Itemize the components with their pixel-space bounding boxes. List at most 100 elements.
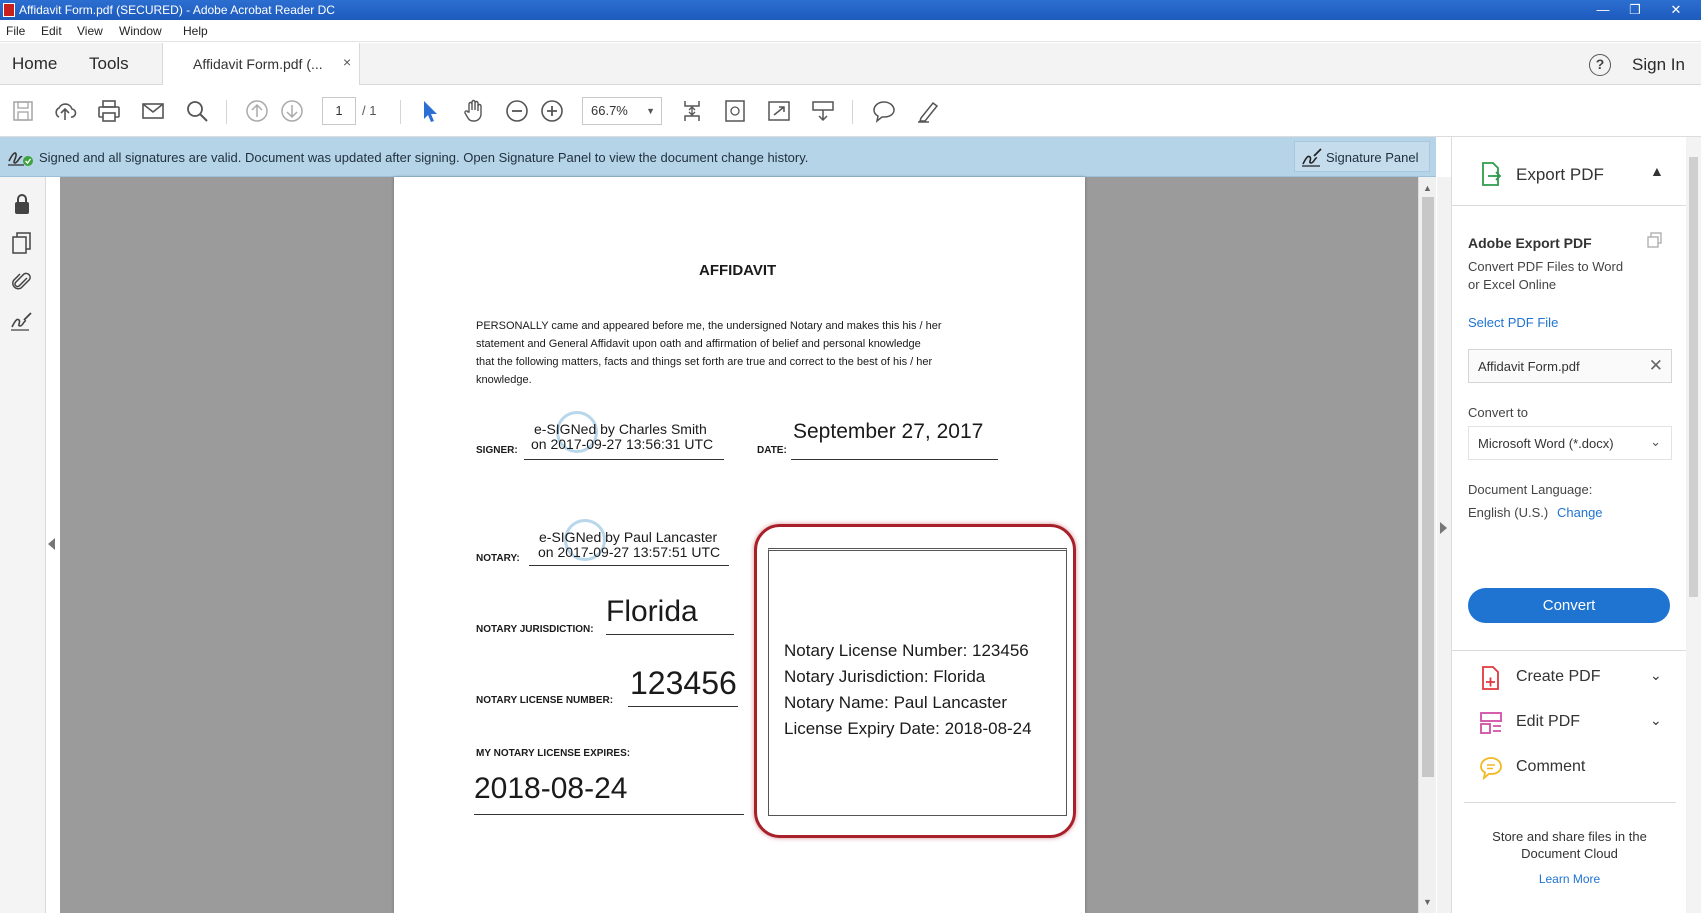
signature-status-message: Signed and all signatures are valid. Doc… (39, 150, 809, 165)
signature-panel-button[interactable]: Signature Panel (1294, 141, 1430, 172)
chevron-down-icon[interactable]: ⌄ (1650, 667, 1662, 684)
tab-document[interactable]: Affidavit Form.pdf (... × (162, 43, 360, 85)
notary-label: NOTARY: (476, 553, 520, 564)
upload-cloud-icon[interactable] (52, 98, 78, 124)
signature-panel-label: Signature Panel (1326, 150, 1419, 165)
select-cursor-icon[interactable] (417, 98, 443, 124)
date-underline (791, 459, 998, 460)
clear-icon[interactable]: ✕ (1649, 356, 1663, 376)
highlight-annotation (754, 524, 1076, 838)
window-title: Affidavit Form.pdf (SECURED) - Adobe Acr… (19, 3, 335, 17)
zoom-level-select[interactable]: 66.7% ▼ (582, 97, 662, 125)
menu-file[interactable]: File (6, 24, 25, 38)
help-icon[interactable]: ? (1589, 54, 1611, 76)
document-language-value: English (U.S.) (1468, 505, 1549, 520)
attachment-icon[interactable] (9, 269, 35, 295)
select-pdf-file-link[interactable]: Select PDF File (1468, 315, 1558, 330)
lock-icon[interactable] (9, 191, 35, 217)
license-number-value: 123456 (630, 665, 737, 701)
tab-tools[interactable]: Tools (89, 54, 129, 74)
license-number-underline (628, 706, 738, 707)
tab-row: Home Tools Affidavit Form.pdf (... × ? S… (0, 43, 1701, 85)
signatures-icon[interactable] (9, 309, 35, 335)
comment-icon[interactable] (871, 98, 897, 124)
search-icon[interactable] (184, 98, 210, 124)
comment-tool[interactable]: Comment (1516, 758, 1585, 776)
adobe-export-title: Adobe Export PDF (1468, 235, 1592, 251)
previous-page-icon[interactable] (244, 98, 270, 124)
license-expires-underline (474, 814, 744, 815)
selected-file-field[interactable]: Affidavit Form.pdf ✕ (1468, 349, 1672, 383)
title-bar: Affidavit Form.pdf (SECURED) - Adobe Acr… (0, 0, 1701, 20)
license-expires-value: 2018-08-24 (474, 772, 628, 805)
zoom-out-icon[interactable] (504, 98, 530, 124)
close-tab-icon[interactable]: × (343, 54, 351, 70)
body-line-1: PERSONALLY came and appeared before me, … (476, 320, 942, 332)
body-line-3: that the following matters, facts and th… (476, 356, 933, 368)
edit-pdf-icon (1478, 710, 1504, 736)
zoom-in-icon[interactable] (539, 98, 565, 124)
create-pdf-tool[interactable]: Create PDF (1516, 668, 1600, 686)
signer-signature-line2: on 2017-09-27 13:56:31 UTC (531, 436, 714, 452)
page-number-input[interactable]: 1 (322, 97, 356, 125)
chevron-up-icon[interactable]: ▲ (1650, 163, 1664, 179)
menu-window[interactable]: Window (119, 24, 162, 38)
tools-pane-scrollbar-thumb[interactable] (1689, 157, 1698, 597)
next-page-icon[interactable] (279, 98, 305, 124)
maximize-button[interactable]: ❐ (1619, 0, 1651, 20)
sign-in-button[interactable]: Sign In (1632, 55, 1685, 75)
copy-icon[interactable] (1646, 231, 1664, 249)
collapse-left-pane-icon[interactable] (48, 538, 55, 550)
document-scrollbar[interactable]: ▲ ▼ (1418, 177, 1436, 913)
notary-signature-line2: on 2017-09-27 13:57:51 UTC (538, 544, 721, 560)
document-language-label: Document Language: (1468, 482, 1593, 497)
highlight-pen-icon[interactable] (915, 98, 941, 124)
page-thumbnails-icon[interactable] (9, 230, 35, 256)
tools-pane-scrollbar[interactable] (1686, 137, 1701, 913)
scroll-mode-icon[interactable] (810, 98, 836, 124)
menu-view[interactable]: View (77, 24, 103, 38)
menu-help[interactable]: Help (183, 24, 208, 38)
signer-underline (524, 459, 724, 460)
menu-bar: File Edit View Window Help (0, 20, 1701, 42)
convert-button[interactable]: Convert (1468, 588, 1670, 623)
scrollbar-thumb[interactable] (1422, 197, 1434, 777)
hand-tool-icon[interactable] (461, 98, 487, 124)
convert-format-select[interactable]: Microsoft Word (*.docx) ⌄ (1468, 426, 1672, 460)
date-value: September 27, 2017 (793, 420, 984, 443)
learn-more-link[interactable]: Learn More (1452, 872, 1687, 886)
rotate-view-icon[interactable] (722, 98, 748, 124)
collapse-right-pane-icon[interactable] (1440, 522, 1447, 534)
notary-underline (529, 565, 729, 566)
save-icon[interactable] (10, 98, 36, 124)
change-language-link[interactable]: Change (1557, 505, 1603, 520)
minimize-button[interactable]: — (1587, 0, 1619, 20)
right-pane-splitter[interactable] (1437, 177, 1451, 913)
cloud-promo-line1: Store and share files in the (1492, 829, 1647, 844)
export-pdf-icon (1478, 161, 1504, 187)
close-window-button[interactable]: ✕ (1660, 0, 1692, 20)
full-screen-icon[interactable] (766, 98, 792, 124)
convert-to-label: Convert to (1468, 405, 1528, 420)
tab-home[interactable]: Home (12, 54, 57, 74)
email-icon[interactable] (140, 98, 166, 124)
edit-pdf-tool[interactable]: Edit PDF (1516, 713, 1580, 731)
jurisdiction-underline (606, 634, 734, 635)
cloud-promo-line2: Document Cloud (1521, 846, 1618, 861)
chevron-down-icon[interactable]: ⌄ (1650, 712, 1662, 729)
export-description-line1: Convert PDF Files to Word (1468, 259, 1624, 274)
print-icon[interactable] (96, 98, 122, 124)
fit-page-icon[interactable] (679, 98, 705, 124)
menu-edit[interactable]: Edit (41, 24, 62, 38)
comment-tool-icon (1478, 755, 1504, 781)
license-expires-label: MY NOTARY LICENSE EXPIRES: (476, 748, 631, 759)
body-line-2: statement and General Affidavit upon oat… (476, 338, 921, 350)
signature-status-bar: Signed and all signatures are valid. Doc… (0, 137, 1436, 177)
export-pdf-header[interactable]: Export PDF (1516, 165, 1604, 185)
create-pdf-icon (1478, 665, 1504, 691)
signature-valid-icon (6, 145, 34, 169)
chevron-down-icon: ▼ (646, 106, 655, 116)
chevron-down-icon: ⌄ (1650, 434, 1661, 449)
left-navigation-pane (0, 177, 46, 913)
notary-signature-line1: e-SIGNed by Paul Lancaster (539, 529, 718, 545)
